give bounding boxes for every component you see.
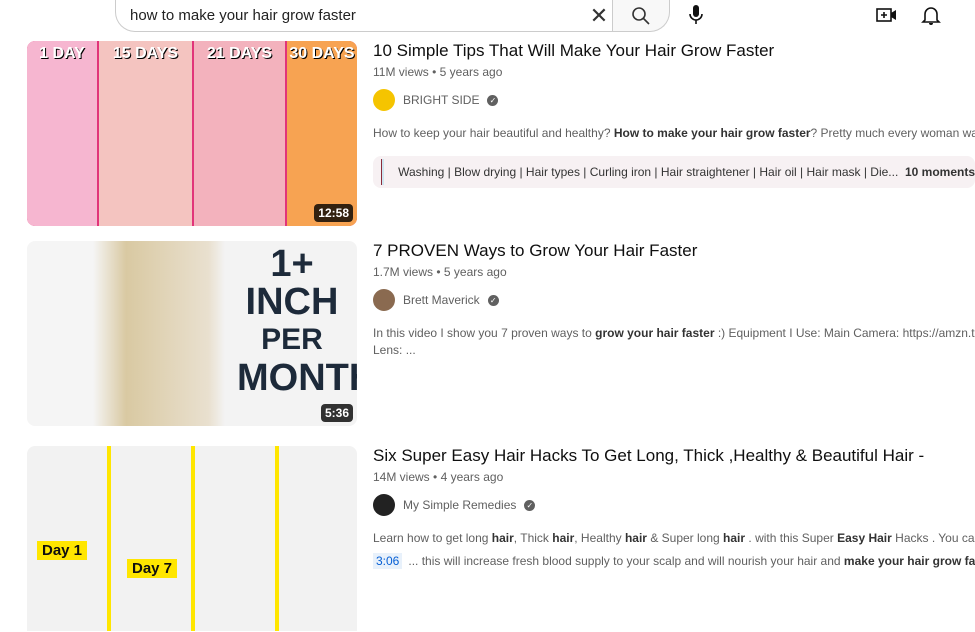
chapter-list: Washing | Blow drying | Hair types | Cur…	[398, 165, 898, 179]
day-label: Day 1	[37, 541, 87, 560]
highlighted-text: hair	[552, 531, 574, 545]
upload-age: 5 years ago	[444, 265, 507, 279]
highlighted-text: hair	[625, 531, 647, 545]
video-description: Learn how to get long hair, Thick hair, …	[373, 530, 975, 547]
highlighted-text: Easy Hair	[837, 531, 892, 545]
highlighted-text: How to make your hair grow faster	[614, 126, 811, 140]
moments-count[interactable]: 10 moments	[905, 165, 975, 179]
view-count: 14M views	[373, 470, 430, 484]
video-thumbnail[interactable]: 1+ INCH PER MONTH 5:36	[27, 241, 357, 426]
timestamp-link[interactable]: 3:06	[373, 553, 402, 569]
video-description-line2: Lens: ...	[373, 342, 975, 359]
search-box[interactable]: how to make your hair grow faster ✕	[115, 0, 620, 32]
channel-avatar[interactable]	[373, 494, 395, 516]
text-segment: Learn how to get long	[373, 531, 492, 545]
video-title[interactable]: 10 Simple Tips That Will Make Your Hair …	[373, 40, 975, 62]
highlighted-text: make your hair grow faster	[844, 554, 975, 568]
search-input[interactable]: how to make your hair grow faster	[116, 7, 579, 24]
video-description: How to keep your hair beautiful and heal…	[373, 125, 975, 142]
video-result[interactable]: 1 DAY 15 DAYS 21 DAYS 30 DAYS 12:58 10 S…	[27, 41, 975, 227]
search-icon	[631, 6, 651, 26]
mic-icon[interactable]	[686, 4, 706, 26]
channel-name[interactable]: Brett Maverick	[403, 293, 480, 307]
channel-avatar[interactable]	[373, 89, 395, 111]
video-description-line2: ... this will increase fresh blood suppl…	[408, 554, 975, 568]
text-segment: How to keep your hair beautiful and heal…	[373, 126, 614, 140]
text-segment: & Super long	[647, 531, 723, 545]
create-icon[interactable]	[875, 4, 897, 26]
search-button[interactable]	[612, 0, 670, 32]
video-thumbnail[interactable]: 1 DAY 15 DAYS 21 DAYS 30 DAYS 12:58	[27, 41, 357, 226]
text-segment: . with this Super	[745, 531, 837, 545]
duration-badge: 12:58	[314, 204, 353, 222]
bell-icon[interactable]	[920, 4, 942, 26]
video-description: In this video I show you 7 proven ways t…	[373, 325, 975, 342]
video-result[interactable]: 1+ INCH PER MONTH 5:36 7 PROVEN Ways to …	[27, 241, 975, 427]
chapter-thumbnail	[381, 159, 384, 185]
text-segment: ... this will increase fresh blood suppl…	[408, 554, 844, 568]
channel-name[interactable]: BRIGHT SIDE	[403, 93, 479, 107]
video-title[interactable]: 7 PROVEN Ways to Grow Your Hair Faster	[373, 240, 975, 262]
video-result[interactable]: Day 1 Day 7 Six Super Easy Hair Hacks To…	[27, 446, 975, 632]
text-segment: ? Pretty much every woman wants to have …	[811, 126, 975, 140]
video-title[interactable]: Six Super Easy Hair Hacks To Get Long, T…	[373, 445, 975, 467]
video-thumbnail[interactable]: Day 1 Day 7	[27, 446, 357, 631]
highlighted-text: hair	[723, 531, 745, 545]
text-segment: Hacks . You can stop	[892, 531, 975, 545]
highlighted-text: hair	[492, 531, 514, 545]
verified-icon: ✓	[487, 95, 498, 106]
verified-icon: ✓	[488, 295, 499, 306]
view-count: 11M views	[373, 65, 429, 79]
chapters-bar[interactable]: Washing | Blow drying | Hair types | Cur…	[373, 156, 975, 188]
channel-avatar[interactable]	[373, 289, 395, 311]
text-segment: :) Equipment I Use: Main Camera: https:/…	[715, 326, 975, 340]
duration-badge: 5:36	[321, 404, 353, 422]
highlighted-text: grow your hair faster	[595, 326, 714, 340]
view-count: 1.7M views	[373, 265, 433, 279]
text-segment: , Thick	[514, 531, 552, 545]
verified-icon: ✓	[524, 500, 535, 511]
text-segment: In this video I show you 7 proven ways t…	[373, 326, 595, 340]
channel-name[interactable]: My Simple Remedies	[403, 498, 516, 512]
text-segment: , Healthy	[574, 531, 625, 545]
upload-age: 5 years ago	[440, 65, 503, 79]
day-label: Day 7	[127, 559, 177, 578]
upload-age: 4 years ago	[441, 470, 504, 484]
